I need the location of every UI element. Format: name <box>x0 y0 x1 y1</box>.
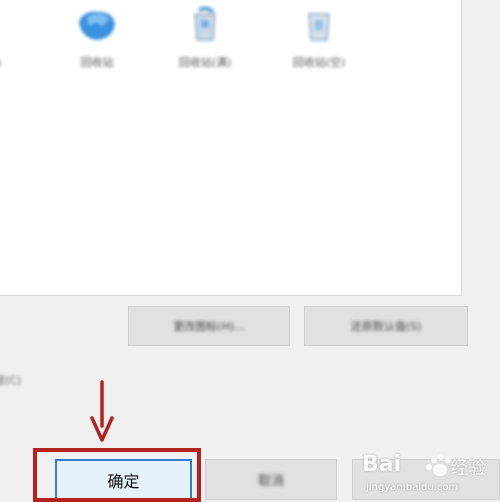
desktop-icons-panel: s 回收站 回收站(满) <box>0 0 462 296</box>
recycle-bin-full-icon <box>79 11 115 40</box>
cancel-button[interactable]: 取消 <box>205 459 337 500</box>
change-icon-button[interactable]: 更改图标(H)... <box>128 306 290 346</box>
ok-button-highlight-box <box>33 448 201 502</box>
icon-label: 回收站(空) <box>292 56 346 69</box>
icon-item-recycle-bin[interactable]: 回收站 <box>52 4 142 70</box>
icon-item-recycle-bin-empty[interactable]: 回收站(空) <box>274 4 364 70</box>
watermark-brand: Bai <box>362 452 402 477</box>
recycle-bin-full-icon <box>194 6 216 41</box>
icon-item-recycle-bin-full[interactable]: 回收站(满) <box>160 4 250 70</box>
icon-label: 回收站(满) <box>178 56 232 69</box>
watermark-brand-suffix: 经验 <box>450 458 486 479</box>
panel-left-edge-text: s <box>0 56 2 69</box>
red-arrow-icon <box>90 380 114 442</box>
baidu-jingyan-watermark: Bai 经验 jingyan.baidu.com <box>352 448 498 498</box>
recycle-bin-empty-icon <box>308 13 330 41</box>
restore-default-button[interactable]: 还原默认值(S) <box>304 306 468 346</box>
icon-label: 回收站 <box>80 56 114 69</box>
watermark-url: jingyan.baidu.com <box>366 482 459 493</box>
allow-theme-change-checkbox-label[interactable]: 框(C) <box>0 372 21 388</box>
cancel-button-label: 取消 <box>257 474 284 489</box>
